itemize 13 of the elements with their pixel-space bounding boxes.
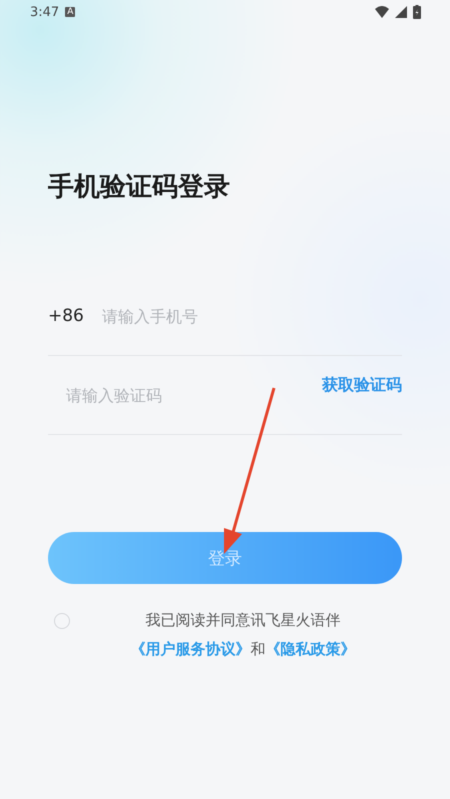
- privacy-policy-link[interactable]: 《隐私政策》: [266, 640, 356, 658]
- country-code: +86: [48, 306, 84, 326]
- page-title: 手机验证码登录: [48, 172, 231, 202]
- get-code-link[interactable]: 获取验证码: [322, 373, 402, 397]
- notification-icon: A: [65, 7, 76, 17]
- agreement-text: 我已阅读并同意讯飞星火语伴 《用户服务协议》和《隐私政策》: [130, 610, 356, 660]
- agreement-checkbox[interactable]: [54, 613, 70, 629]
- status-time: 3:47: [30, 4, 60, 20]
- battery-icon: [413, 5, 421, 19]
- signal-icon: [395, 6, 407, 18]
- wifi-icon: [375, 6, 389, 18]
- phone-input[interactable]: 请输入手机号: [102, 306, 402, 326]
- service-agreement-link[interactable]: 《用户服务协议》: [130, 640, 250, 658]
